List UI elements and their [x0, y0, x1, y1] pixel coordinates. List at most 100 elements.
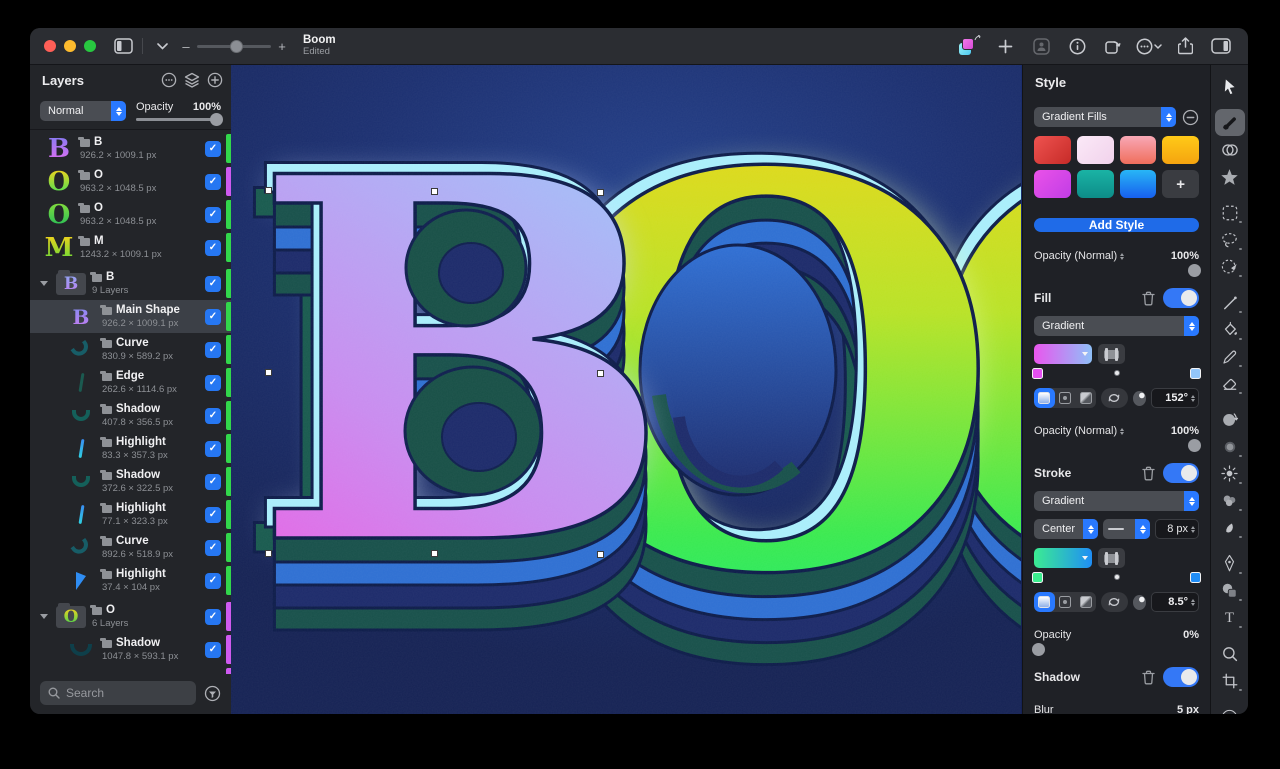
- layer-visibility-checkbox[interactable]: ✓: [205, 608, 221, 625]
- style-swatch[interactable]: [1076, 170, 1114, 198]
- canvas[interactable]: OOOOOOOOOOOOOOOOBBBBBBBB: [231, 65, 1022, 714]
- fill-gradient-swatch[interactable]: [1034, 344, 1092, 364]
- stroke-style-select[interactable]: [1103, 519, 1150, 539]
- linear-gradient-button[interactable]: [1034, 592, 1055, 612]
- layer-group-row[interactable]: OO6 Layers ✓: [30, 600, 231, 633]
- add-swatch-button[interactable]: +: [1162, 170, 1199, 198]
- select-tool[interactable]: [1215, 73, 1245, 100]
- zoom-out-button[interactable]: –: [181, 39, 191, 54]
- layer-visibility-checkbox[interactable]: ✓: [205, 239, 221, 256]
- reverse-gradient-icon[interactable]: [1101, 388, 1128, 408]
- filter-icon[interactable]: [204, 685, 221, 702]
- layers-options-icon[interactable]: [161, 72, 177, 88]
- close-button[interactable]: [44, 40, 56, 52]
- zoom-tool[interactable]: [1215, 640, 1245, 667]
- stepper-icon[interactable]: [1120, 252, 1125, 260]
- layer-visibility-checkbox[interactable]: ✓: [205, 473, 221, 490]
- pencil-tool[interactable]: [1215, 343, 1245, 370]
- star-tool[interactable]: [1215, 163, 1245, 190]
- selection-handle[interactable]: [431, 188, 438, 195]
- layer-visibility-checkbox[interactable]: ✓: [205, 173, 221, 190]
- layer-visibility-checkbox[interactable]: ✓: [205, 374, 221, 391]
- sidebar-toggle-icon[interactable]: [110, 34, 136, 58]
- layer-row[interactable]: Edge 262.6 × 1114.6 px ✓: [30, 366, 231, 399]
- layer-visibility-checkbox[interactable]: ✓: [205, 308, 221, 325]
- layer-row[interactable]: Shadow 407.8 × 356.5 px ✓: [30, 399, 231, 432]
- fill-type-select[interactable]: Gradient: [1034, 316, 1199, 336]
- gradient-stop-left[interactable]: [1032, 368, 1043, 379]
- zoom-in-button[interactable]: +: [277, 39, 287, 54]
- fill-toggle[interactable]: [1163, 288, 1199, 308]
- stroke-width-field[interactable]: 8 px: [1155, 519, 1199, 539]
- crop-tool[interactable]: [1215, 667, 1245, 694]
- selection-handle[interactable]: [597, 370, 604, 377]
- stroke-type-select[interactable]: Gradient: [1034, 491, 1199, 511]
- gradient-editor-icon[interactable]: [1098, 344, 1125, 364]
- layer-visibility-checkbox[interactable]: ✓: [205, 341, 221, 358]
- style-swatch[interactable]: [1162, 136, 1199, 164]
- share-icon[interactable]: [1172, 34, 1198, 58]
- style-tool[interactable]: [1214, 109, 1245, 136]
- color-swatches-icon[interactable]: [956, 34, 982, 58]
- gradient-midpoint[interactable]: [1113, 370, 1120, 376]
- layer-row[interactable]: Shadow 1047.8 × 593.1 px ✓: [30, 633, 231, 666]
- style-swatch[interactable]: [1119, 170, 1157, 198]
- stroke-angle-field[interactable]: 8.5°: [1151, 592, 1199, 612]
- selection-handle[interactable]: [597, 189, 604, 196]
- delete-stroke-icon[interactable]: [1142, 466, 1155, 481]
- layer-row[interactable]: Highlight 37.4 × 104 px ✓: [30, 564, 231, 597]
- eraser-tool[interactable]: [1215, 370, 1245, 397]
- layer-row[interactable]: Curve 892.6 × 518.9 px ✓: [30, 531, 231, 564]
- fullscreen-button[interactable]: [84, 40, 96, 52]
- inspector-toggle-icon[interactable]: [1208, 34, 1234, 58]
- info-icon[interactable]: [1064, 34, 1090, 58]
- disclosure-chevron-icon[interactable]: [40, 281, 50, 286]
- lasso-tool[interactable]: [1215, 226, 1245, 253]
- angular-gradient-button[interactable]: [1076, 388, 1097, 408]
- pen-tool[interactable]: [1215, 550, 1245, 577]
- radial-gradient-button[interactable]: [1055, 388, 1076, 408]
- layers-stack-icon[interactable]: [184, 72, 200, 88]
- marquee-tool[interactable]: [1215, 199, 1245, 226]
- zoom-slider-knob[interactable]: [229, 39, 243, 53]
- add-layer-icon[interactable]: [207, 72, 223, 88]
- style-swatch[interactable]: [1119, 136, 1157, 164]
- disclosure-chevron-icon[interactable]: [40, 614, 50, 619]
- radial-gradient-button[interactable]: [1055, 592, 1076, 612]
- noise-tool[interactable]: [1215, 487, 1245, 514]
- more-tools-button[interactable]: [1215, 704, 1245, 714]
- shadow-toggle[interactable]: [1163, 667, 1199, 687]
- stroke-toggle[interactable]: [1163, 463, 1199, 483]
- linear-gradient-button[interactable]: [1034, 388, 1055, 408]
- layer-row[interactable]: Highlight 77.1 × 323.3 px ✓: [30, 498, 231, 531]
- rotate-canvas-icon[interactable]: [1100, 34, 1126, 58]
- layer-visibility-checkbox[interactable]: ✓: [205, 641, 221, 658]
- gradient-stop-right[interactable]: [1190, 368, 1201, 379]
- layer-visibility-checkbox[interactable]: ✓: [205, 407, 221, 424]
- layer-row[interactable]: O O 963.2 × 1048.5 px ✓: [30, 165, 231, 198]
- selection-handle[interactable]: [597, 551, 604, 558]
- dither-ball-icon[interactable]: [1132, 390, 1147, 406]
- line-tool[interactable]: [1215, 289, 1245, 316]
- layer-row[interactable]: B Main Shape 926.2 × 1009.1 px ✓: [30, 300, 231, 333]
- fill-angle-field[interactable]: 152°: [1151, 388, 1199, 408]
- stroke-position-select[interactable]: Center: [1034, 519, 1098, 539]
- gradient-stop-right[interactable]: [1190, 572, 1201, 583]
- blur-tool[interactable]: [1215, 433, 1245, 460]
- style-preset-select[interactable]: Gradient Fills: [1034, 107, 1176, 127]
- layer-visibility-checkbox[interactable]: ✓: [205, 506, 221, 523]
- selection-handle[interactable]: [265, 369, 272, 376]
- layer-row[interactable]: O O 963.2 × 1048.5 px ✓: [30, 198, 231, 231]
- layer-group-row[interactable]: BB9 Layers ✓: [30, 267, 231, 300]
- style-swatch[interactable]: [1034, 170, 1071, 198]
- layer-visibility-checkbox[interactable]: ✓: [205, 206, 221, 223]
- search-input[interactable]: Search: [40, 681, 196, 705]
- selection-handle[interactable]: [265, 550, 272, 557]
- selection-handle[interactable]: [265, 187, 272, 194]
- layer-visibility-checkbox[interactable]: ✓: [205, 275, 221, 292]
- shape-tool[interactable]: [1215, 577, 1245, 604]
- style-swatch[interactable]: [1076, 136, 1114, 164]
- stroke-gradient-swatch[interactable]: [1034, 548, 1092, 568]
- delete-shadow-icon[interactable]: [1142, 670, 1155, 685]
- style-swatch[interactable]: [1034, 136, 1071, 164]
